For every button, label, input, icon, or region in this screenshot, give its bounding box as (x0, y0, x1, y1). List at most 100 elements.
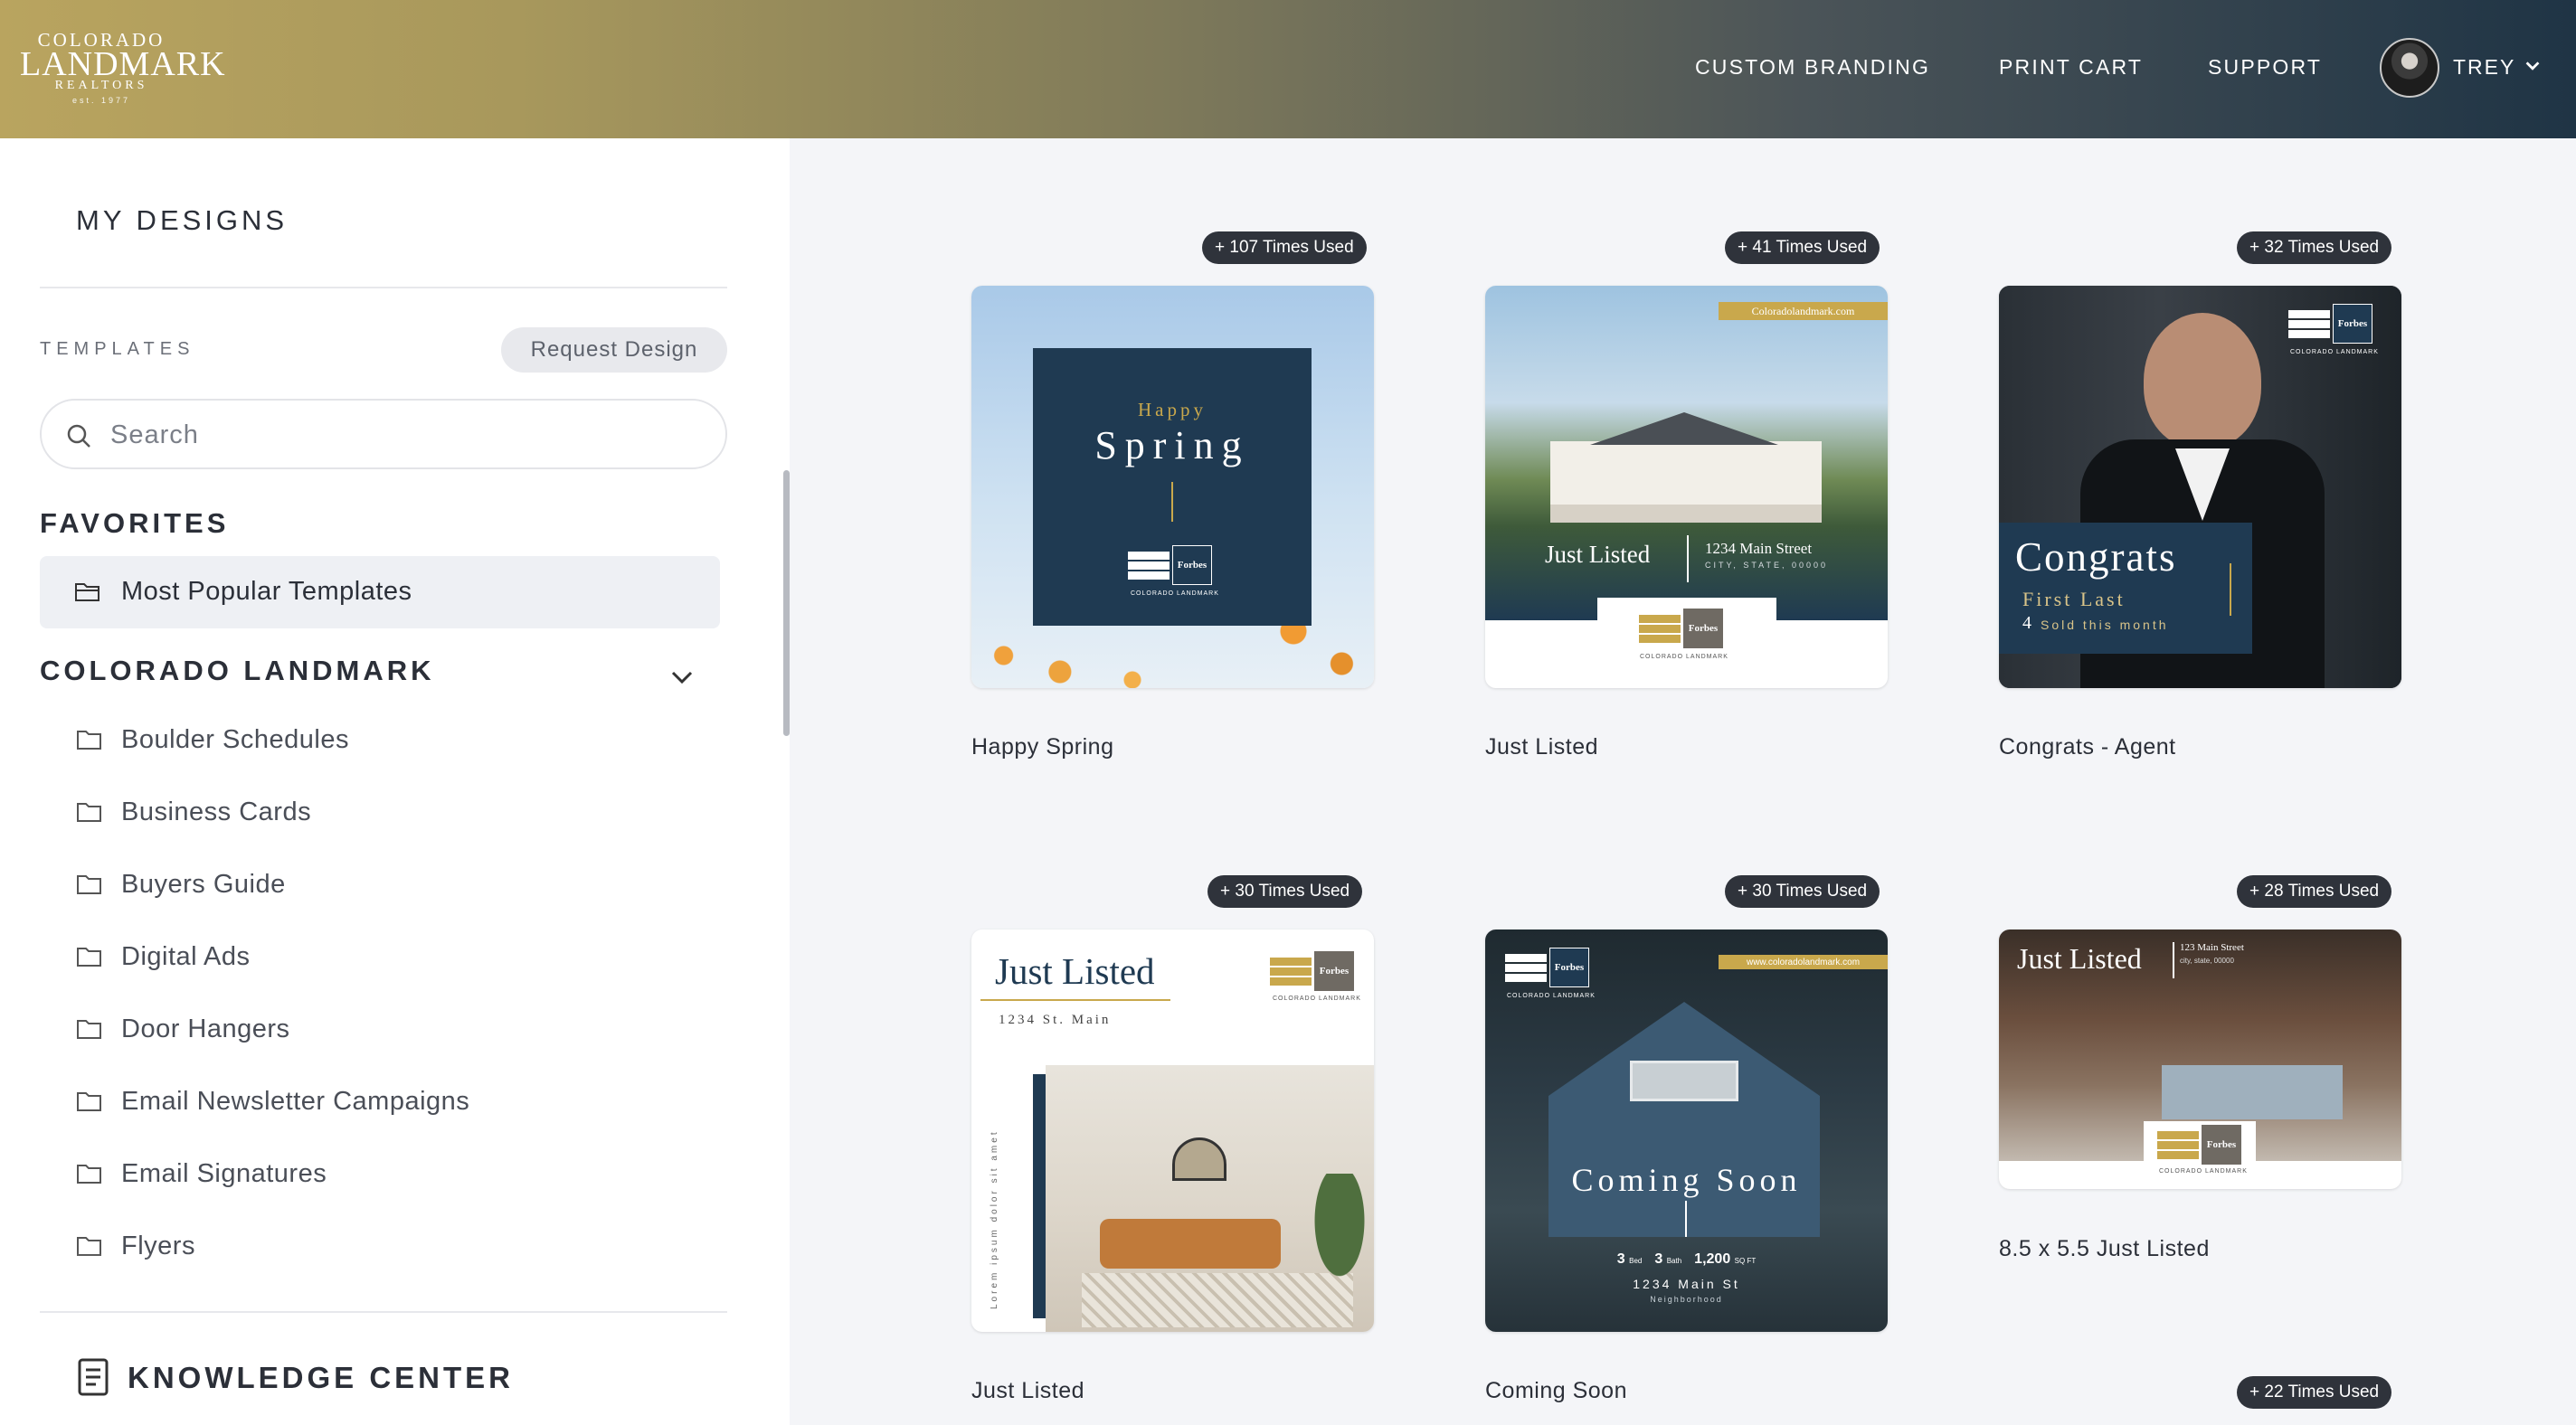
template-title[interactable]: Congrats - Agent (1999, 734, 2176, 760)
template-title[interactable]: 8.5 x 5.5 Just Listed (1999, 1236, 2210, 1262)
brand-logo: Forbes (2157, 1125, 2241, 1165)
forbes-mark: Forbes (1683, 609, 1723, 648)
congrats-sold: Sold this month (2041, 618, 2169, 632)
template-card-just-listed-interior[interactable]: Just Listed 1234 St. Main Forbes COLORAD… (971, 930, 1374, 1332)
usage-badge: + 30 Times Used (1208, 875, 1363, 908)
brand-caption: COLORADO LANDMARK (1273, 996, 1361, 1002)
brand-plate: Forbes COLORADO LANDMARK (1597, 598, 1776, 688)
forbes-mark: Forbes (2202, 1125, 2241, 1165)
template-title[interactable]: Coming Soon (1485, 1378, 1627, 1404)
jl2-address: 1234 St. Main (999, 1013, 1112, 1027)
usage-badge: + 107 Times Used (1202, 231, 1367, 264)
template-card-happy-spring[interactable]: Happy Spring Forbes COLORADO LANDMARK (971, 286, 1374, 688)
group-heading-colorado-landmark[interactable]: COLORADO LANDMARK (40, 655, 435, 687)
cabin-window (1630, 1061, 1738, 1101)
house-shape (1550, 441, 1822, 523)
living-room-photo (1046, 1065, 1374, 1332)
coming-baths: 3 (1654, 1251, 1663, 1267)
folder-icon (77, 1165, 101, 1184)
jl2-underline (980, 999, 1170, 1001)
usage-badge: + 22 Times Used (2237, 1376, 2392, 1409)
jl2-heading: Just Listed (995, 950, 1155, 992)
coming-beds: 3 (1616, 1251, 1625, 1267)
folder-item[interactable]: Email Signatures (76, 1154, 709, 1199)
folder-item[interactable]: Buyers Guide (76, 864, 709, 910)
request-design-button[interactable]: Request Design (501, 327, 727, 373)
folder-item[interactable]: Boulder Schedules (76, 720, 709, 765)
chevron-down-icon[interactable] (2523, 56, 2543, 76)
agent-face (2144, 313, 2261, 448)
folder-item[interactable]: Email Newsletter Campaigns (76, 1081, 709, 1127)
coming-neighborhood: Neighborhood (1650, 1295, 1723, 1304)
logo-line-4: est. 1977 (71, 96, 131, 105)
coming-sqft: 1,200 (1694, 1251, 1731, 1267)
template-card-8-5x5-5-just-listed[interactable]: Just Listed 123 Main Street city, state,… (1999, 930, 2401, 1189)
orange-sofa (1100, 1219, 1281, 1269)
forbes-mark: Forbes (1549, 948, 1589, 987)
jl3-divider (2173, 942, 2174, 978)
logo-line-2: LANDMARK (20, 45, 226, 83)
jl-divider (1687, 535, 1689, 582)
nav-custom-branding[interactable]: CUSTOM BRANDING (1695, 55, 1930, 80)
brand-caption: COLORADO LANDMARK (1507, 993, 1596, 999)
brand-caption: COLORADO LANDMARK (2290, 349, 2379, 355)
forbes-mark: Forbes (2333, 304, 2372, 344)
folder-icon (77, 803, 101, 822)
favorite-most-popular-templates[interactable]: Most Popular Templates (40, 556, 720, 628)
jl3-address: 123 Main Street (2180, 942, 2244, 953)
brand-logo: Forbes (1505, 948, 1589, 987)
usage-badge: + 30 Times Used (1725, 875, 1880, 908)
company-logo[interactable]: COLORADO LANDMARK REALTORS est. 1977 (20, 31, 226, 106)
divider (40, 1311, 727, 1313)
divider (40, 287, 727, 288)
sidebar: MY DESIGNS TEMPLATES Request Design FAVO… (0, 138, 790, 1425)
nav-print-cart[interactable]: PRINT CART (1999, 55, 2143, 80)
coming-heading: Coming Soon (1571, 1162, 1802, 1198)
brand-logo: Forbes (1128, 545, 1212, 585)
template-title[interactable]: Just Listed (1485, 734, 1598, 760)
usage-badge: + 28 Times Used (2237, 875, 2392, 908)
folder-open-icon (75, 583, 99, 601)
jl3-city: city, state, 00000 (2180, 957, 2234, 965)
brand-logo: Forbes (1639, 609, 1723, 648)
brand-logo: Forbes (1270, 951, 1354, 991)
template-title[interactable]: Happy Spring (971, 734, 1113, 760)
brand-logo: Forbes (2288, 304, 2372, 344)
folder-label: Business Cards (121, 797, 312, 826)
coming-divider (1685, 1201, 1687, 1237)
template-card-congrats-agent[interactable]: Forbes COLORADO LANDMARK Congrats First … (1999, 286, 2401, 688)
folder-item[interactable]: Business Cards (76, 792, 709, 837)
forbes-mark: Forbes (1172, 545, 1212, 585)
coming-stats: 3 Bed 3 Bath 1,200 SQ FT (1485, 1251, 1888, 1268)
sidebar-scrollbar[interactable] (783, 470, 790, 736)
usage-badge: + 41 Times Used (1725, 231, 1880, 264)
folder-label: Boulder Schedules (121, 725, 349, 754)
folder-label: Door Hangers (121, 1014, 290, 1043)
congrats-divider (2230, 563, 2231, 616)
brand-plate: Forbes COLORADO LANDMARK (2144, 1121, 2256, 1177)
coming-beds-label: Bed (1629, 1257, 1643, 1265)
template-card-just-listed[interactable]: Coloradolandmark.com Just Listed 1234 Ma… (1485, 286, 1888, 688)
site-banner: Coloradolandmark.com (1719, 302, 1888, 320)
template-card-coming-soon[interactable]: www.coloradolandmark.com Forbes COLORADO… (1485, 930, 1888, 1332)
folder-item[interactable]: Digital Ads (76, 937, 709, 982)
knowledge-center-link[interactable]: KNOWLEDGE CENTER (128, 1361, 514, 1395)
search-input[interactable] (110, 417, 689, 453)
jl-heading: Just Listed (1545, 541, 1651, 568)
nav-support[interactable]: SUPPORT (2208, 55, 2322, 80)
avatar[interactable] (2380, 38, 2439, 98)
congrats-count: 4 (2022, 613, 2031, 633)
folder-label: Buyers Guide (121, 870, 286, 899)
folder-item[interactable]: Door Hangers (76, 1009, 709, 1054)
congrats-panel: Congrats First Last 4 Sold this month (1999, 523, 2252, 654)
spring-divider (1171, 482, 1173, 522)
user-name[interactable]: TREY (2453, 55, 2515, 80)
chevron-down-icon[interactable] (667, 662, 697, 693)
spring-big-text: Spring (1094, 423, 1250, 467)
favorites-heading: FAVORITES (40, 507, 230, 539)
template-title[interactable]: Just Listed (971, 1378, 1084, 1404)
folder-label: Digital Ads (121, 942, 251, 971)
folder-label: Email Signatures (121, 1159, 327, 1188)
congrats-name: First Last (2022, 588, 2126, 610)
brand-caption: COLORADO LANDMARK (1131, 590, 1219, 597)
